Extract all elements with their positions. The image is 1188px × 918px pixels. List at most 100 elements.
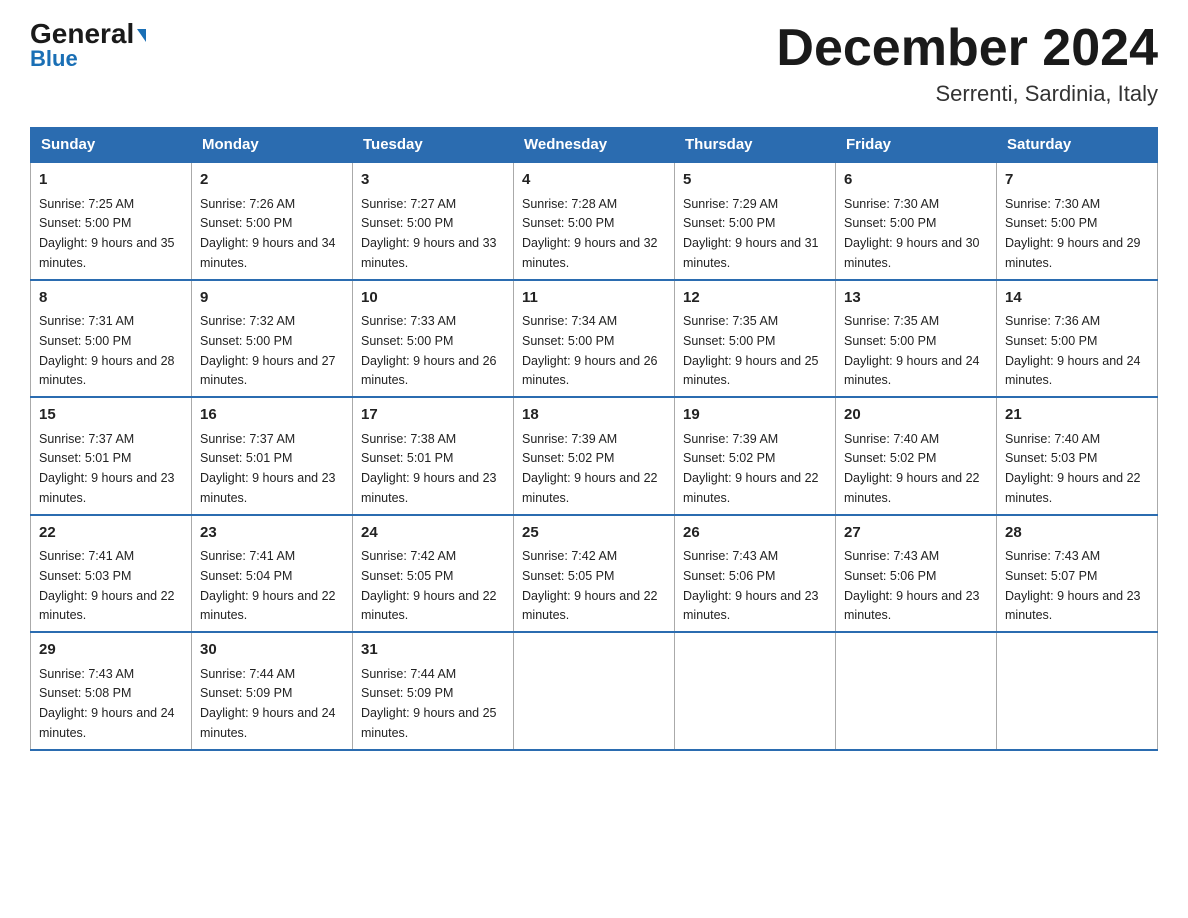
header-monday: Monday [192,128,353,163]
day-info: Sunrise: 7:43 AMSunset: 5:06 PMDaylight:… [683,549,819,622]
day-info: Sunrise: 7:35 AMSunset: 5:00 PMDaylight:… [844,314,980,387]
logo-blue: Blue [30,48,78,70]
table-row: 19 Sunrise: 7:39 AMSunset: 5:02 PMDaylig… [675,397,836,515]
day-number: 22 [39,522,183,545]
day-info: Sunrise: 7:26 AMSunset: 5:00 PMDaylight:… [200,197,336,270]
table-row: 6 Sunrise: 7:30 AMSunset: 5:00 PMDayligh… [836,162,997,280]
table-row: 31 Sunrise: 7:44 AMSunset: 5:09 PMDaylig… [353,632,514,750]
table-row: 18 Sunrise: 7:39 AMSunset: 5:02 PMDaylig… [514,397,675,515]
table-row [514,632,675,750]
table-row: 10 Sunrise: 7:33 AMSunset: 5:00 PMDaylig… [353,280,514,398]
day-number: 2 [200,169,344,192]
calendar-week-row: 1 Sunrise: 7:25 AMSunset: 5:00 PMDayligh… [31,162,1158,280]
table-row: 28 Sunrise: 7:43 AMSunset: 5:07 PMDaylig… [997,515,1158,633]
day-number: 25 [522,522,666,545]
table-row: 25 Sunrise: 7:42 AMSunset: 5:05 PMDaylig… [514,515,675,633]
day-info: Sunrise: 7:28 AMSunset: 5:00 PMDaylight:… [522,197,658,270]
day-number: 5 [683,169,827,192]
table-row: 22 Sunrise: 7:41 AMSunset: 5:03 PMDaylig… [31,515,192,633]
day-info: Sunrise: 7:33 AMSunset: 5:00 PMDaylight:… [361,314,497,387]
day-number: 8 [39,287,183,310]
table-row: 20 Sunrise: 7:40 AMSunset: 5:02 PMDaylig… [836,397,997,515]
calendar-week-row: 22 Sunrise: 7:41 AMSunset: 5:03 PMDaylig… [31,515,1158,633]
day-info: Sunrise: 7:37 AMSunset: 5:01 PMDaylight:… [39,432,175,505]
day-number: 28 [1005,522,1149,545]
table-row: 21 Sunrise: 7:40 AMSunset: 5:03 PMDaylig… [997,397,1158,515]
day-info: Sunrise: 7:42 AMSunset: 5:05 PMDaylight:… [522,549,658,622]
day-number: 11 [522,287,666,310]
month-title: December 2024 [776,20,1158,77]
day-info: Sunrise: 7:34 AMSunset: 5:00 PMDaylight:… [522,314,658,387]
table-row: 23 Sunrise: 7:41 AMSunset: 5:04 PMDaylig… [192,515,353,633]
header-tuesday: Tuesday [353,128,514,163]
table-row [675,632,836,750]
day-number: 17 [361,404,505,427]
day-number: 1 [39,169,183,192]
day-info: Sunrise: 7:25 AMSunset: 5:00 PMDaylight:… [39,197,175,270]
calendar-week-row: 8 Sunrise: 7:31 AMSunset: 5:00 PMDayligh… [31,280,1158,398]
day-info: Sunrise: 7:44 AMSunset: 5:09 PMDaylight:… [200,667,336,740]
day-number: 9 [200,287,344,310]
day-number: 6 [844,169,988,192]
day-number: 23 [200,522,344,545]
day-info: Sunrise: 7:40 AMSunset: 5:02 PMDaylight:… [844,432,980,505]
day-info: Sunrise: 7:36 AMSunset: 5:00 PMDaylight:… [1005,314,1141,387]
table-row: 5 Sunrise: 7:29 AMSunset: 5:00 PMDayligh… [675,162,836,280]
day-info: Sunrise: 7:31 AMSunset: 5:00 PMDaylight:… [39,314,175,387]
day-info: Sunrise: 7:43 AMSunset: 5:08 PMDaylight:… [39,667,175,740]
table-row: 26 Sunrise: 7:43 AMSunset: 5:06 PMDaylig… [675,515,836,633]
logo-general: General [30,20,146,48]
day-number: 4 [522,169,666,192]
table-row: 27 Sunrise: 7:43 AMSunset: 5:06 PMDaylig… [836,515,997,633]
table-row: 1 Sunrise: 7:25 AMSunset: 5:00 PMDayligh… [31,162,192,280]
day-number: 18 [522,404,666,427]
day-info: Sunrise: 7:39 AMSunset: 5:02 PMDaylight:… [522,432,658,505]
page-header: General Blue December 2024 Serrenti, Sar… [30,20,1158,107]
table-row: 12 Sunrise: 7:35 AMSunset: 5:00 PMDaylig… [675,280,836,398]
day-number: 30 [200,639,344,662]
table-row: 14 Sunrise: 7:36 AMSunset: 5:00 PMDaylig… [997,280,1158,398]
table-row: 13 Sunrise: 7:35 AMSunset: 5:00 PMDaylig… [836,280,997,398]
day-number: 24 [361,522,505,545]
header-sunday: Sunday [31,128,192,163]
table-row: 8 Sunrise: 7:31 AMSunset: 5:00 PMDayligh… [31,280,192,398]
day-info: Sunrise: 7:30 AMSunset: 5:00 PMDaylight:… [1005,197,1141,270]
day-info: Sunrise: 7:27 AMSunset: 5:00 PMDaylight:… [361,197,497,270]
day-info: Sunrise: 7:29 AMSunset: 5:00 PMDaylight:… [683,197,819,270]
header-thursday: Thursday [675,128,836,163]
header-saturday: Saturday [997,128,1158,163]
table-row: 7 Sunrise: 7:30 AMSunset: 5:00 PMDayligh… [997,162,1158,280]
table-row: 24 Sunrise: 7:42 AMSunset: 5:05 PMDaylig… [353,515,514,633]
day-info: Sunrise: 7:43 AMSunset: 5:06 PMDaylight:… [844,549,980,622]
day-number: 7 [1005,169,1149,192]
calendar-week-row: 29 Sunrise: 7:43 AMSunset: 5:08 PMDaylig… [31,632,1158,750]
day-info: Sunrise: 7:35 AMSunset: 5:00 PMDaylight:… [683,314,819,387]
logo: General Blue [30,20,146,70]
calendar-table: Sunday Monday Tuesday Wednesday Thursday… [30,127,1158,751]
day-number: 27 [844,522,988,545]
table-row: 3 Sunrise: 7:27 AMSunset: 5:00 PMDayligh… [353,162,514,280]
table-row: 16 Sunrise: 7:37 AMSunset: 5:01 PMDaylig… [192,397,353,515]
table-row [836,632,997,750]
day-info: Sunrise: 7:41 AMSunset: 5:04 PMDaylight:… [200,549,336,622]
table-row: 15 Sunrise: 7:37 AMSunset: 5:01 PMDaylig… [31,397,192,515]
day-number: 31 [361,639,505,662]
table-row [997,632,1158,750]
day-number: 3 [361,169,505,192]
day-number: 29 [39,639,183,662]
day-info: Sunrise: 7:41 AMSunset: 5:03 PMDaylight:… [39,549,175,622]
header-wednesday: Wednesday [514,128,675,163]
day-info: Sunrise: 7:32 AMSunset: 5:00 PMDaylight:… [200,314,336,387]
header-friday: Friday [836,128,997,163]
table-row: 17 Sunrise: 7:38 AMSunset: 5:01 PMDaylig… [353,397,514,515]
day-number: 21 [1005,404,1149,427]
day-info: Sunrise: 7:44 AMSunset: 5:09 PMDaylight:… [361,667,497,740]
title-area: December 2024 Serrenti, Sardinia, Italy [776,20,1158,107]
day-number: 14 [1005,287,1149,310]
day-info: Sunrise: 7:42 AMSunset: 5:05 PMDaylight:… [361,549,497,622]
day-number: 19 [683,404,827,427]
table-row: 30 Sunrise: 7:44 AMSunset: 5:09 PMDaylig… [192,632,353,750]
table-row: 4 Sunrise: 7:28 AMSunset: 5:00 PMDayligh… [514,162,675,280]
day-info: Sunrise: 7:37 AMSunset: 5:01 PMDaylight:… [200,432,336,505]
day-info: Sunrise: 7:38 AMSunset: 5:01 PMDaylight:… [361,432,497,505]
